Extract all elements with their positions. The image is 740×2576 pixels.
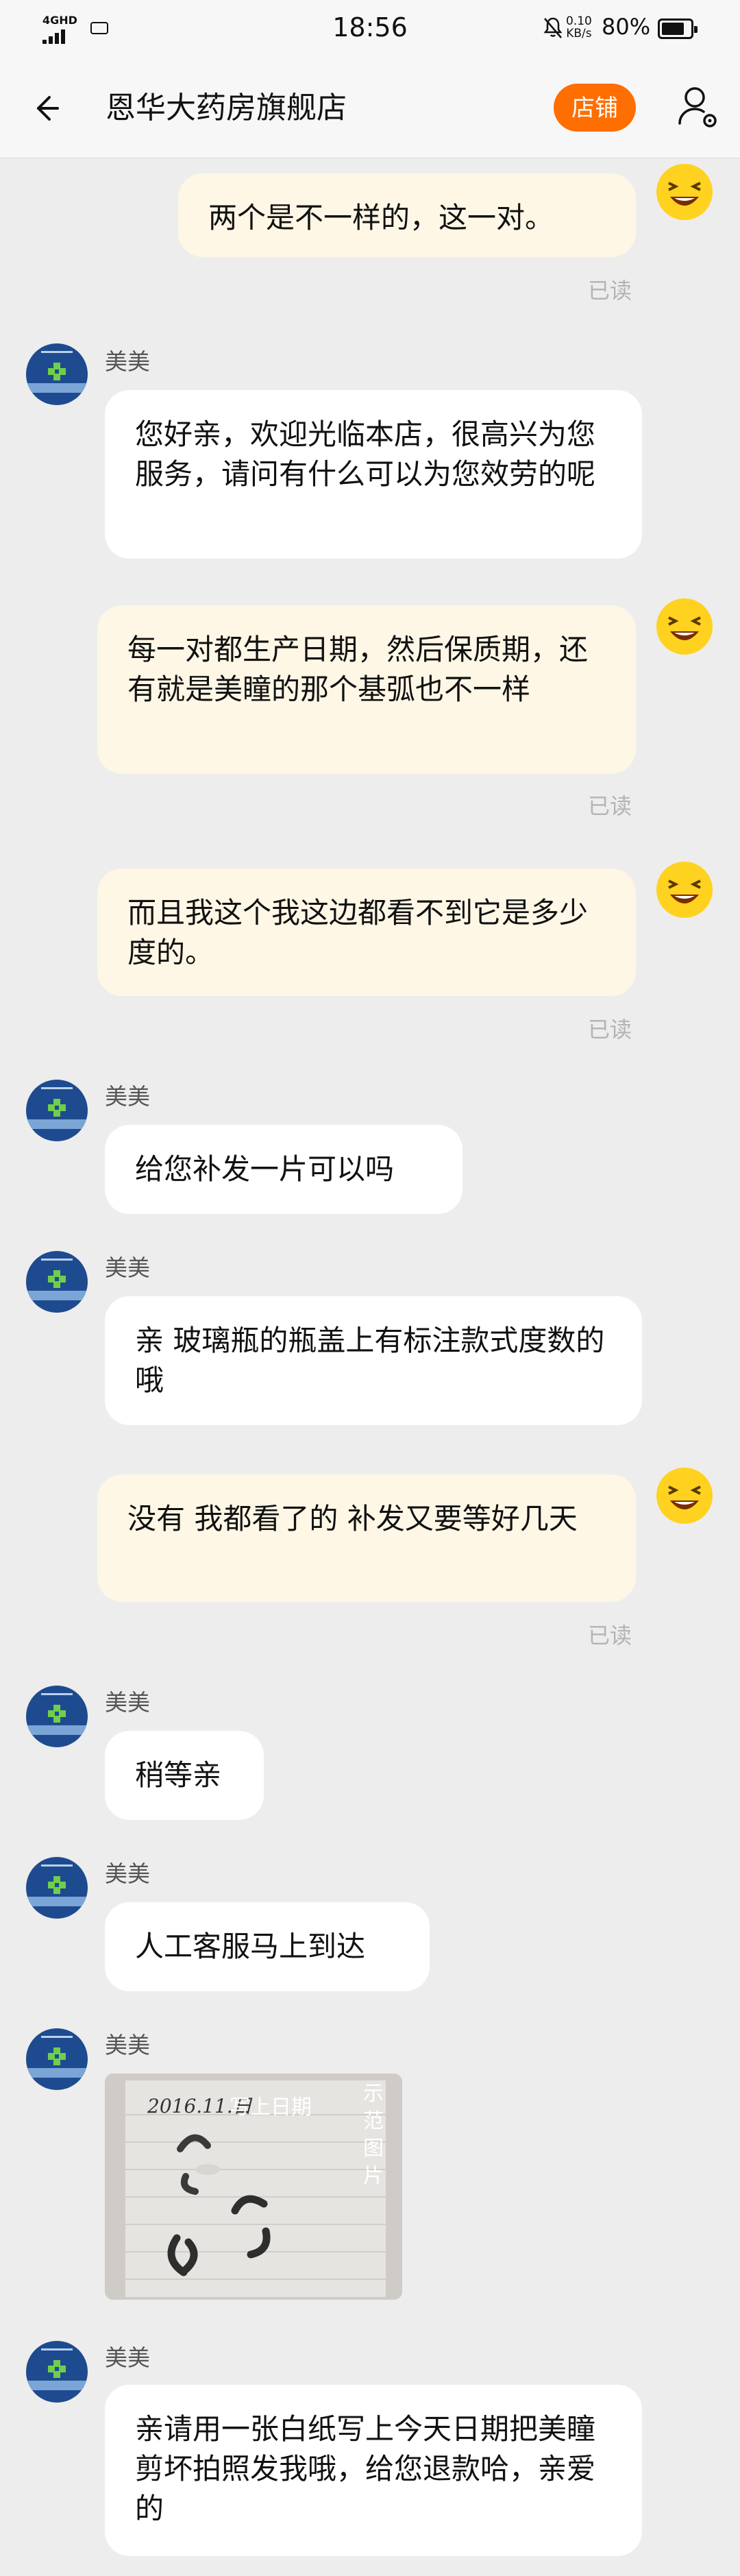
message-bubble-outgoing[interactable]: 每一对都生产日期，然后保质期，还有就是美瞳的那个基弧也不一样 — [97, 605, 636, 774]
battery-percent: 80% — [602, 14, 651, 40]
sender-name: 美美 — [105, 2032, 150, 2058]
shop-avatar[interactable] — [26, 2028, 88, 2090]
mute-icon — [543, 17, 563, 38]
message-text: 人工客服马上到达 — [135, 1930, 366, 1963]
net-speed-unit: KB/s — [566, 27, 592, 40]
pharmacy-cross-logo — [48, 1705, 66, 1723]
laughing-emoji-icon[interactable] — [655, 162, 714, 221]
sender-name: 美美 — [105, 2344, 150, 2371]
sender-name: 美美 — [105, 1254, 150, 1281]
status-bar: 4GHD 18:56 0.10 KB/s 80% — [0, 0, 740, 58]
message-bubble-incoming[interactable]: 亲 玻璃瓶的瓶盖上有标注款式度数的哦 — [105, 1296, 642, 1425]
shop-avatar[interactable] — [26, 2341, 88, 2403]
read-receipt: 已读 — [588, 278, 632, 304]
message-text: 稍等亲 — [135, 1758, 222, 1792]
sender-name: 美美 — [105, 1689, 150, 1716]
message-bubble-incoming[interactable]: 稍等亲 — [105, 1731, 264, 1820]
sender-name: 美美 — [105, 1083, 150, 1110]
message-text: 亲请用一张白纸写上今天日期把美瞳剪坏拍照发我哦，给您退款哈，亲爱的 — [135, 2412, 596, 2525]
shop-avatar[interactable] — [26, 343, 88, 405]
pharmacy-cross-logo — [48, 2048, 66, 2065]
laughing-emoji-icon[interactable] — [655, 1466, 714, 1525]
sender-name: 美美 — [105, 1860, 150, 1887]
message-bubble-incoming[interactable]: 给您补发一片可以吗 — [105, 1125, 463, 1214]
message-bubble-incoming[interactable]: 亲请用一张白纸写上今天日期把美瞳剪坏拍照发我哦，给您退款哈，亲爱的 — [105, 2385, 642, 2556]
chat-header: 恩华大药房旗舰店 店铺 — [0, 58, 740, 158]
shop-button[interactable]: 店铺 — [554, 84, 636, 132]
net-speed: 0.10 KB/s — [566, 15, 592, 40]
battery-icon — [658, 19, 698, 39]
shop-avatar[interactable] — [26, 1857, 88, 1919]
image-message[interactable]: 2016.11.日 写上日期 示范图片 — [105, 2074, 402, 2300]
net-speed-value: 0.10 — [566, 14, 592, 28]
pharmacy-cross-logo — [48, 1099, 66, 1117]
message-text: 两个是不一样的，这一对。 — [208, 201, 554, 234]
shop-avatar[interactable] — [26, 1080, 88, 1141]
message-text: 每一对都生产日期，然后保质期，还有就是美瞳的那个基弧也不一样 — [127, 633, 589, 706]
shop-avatar[interactable] — [26, 1251, 88, 1313]
pharmacy-cross-logo — [48, 1876, 66, 1894]
user-settings-icon[interactable] — [674, 84, 722, 132]
image-vertical-label: 示范图片 — [363, 2082, 384, 2188]
message-text: 没有 我都看了的 补发又要等好几天 — [127, 1502, 578, 1535]
message-bubble-outgoing[interactable]: 而且我这个我这边都看不到它是多少度的。 — [97, 868, 636, 996]
image-overlay-text: 写上日期 — [230, 2095, 312, 2119]
read-receipt: 已读 — [588, 1623, 632, 1649]
message-bubble-outgoing[interactable]: 两个是不一样的，这一对。 — [178, 173, 636, 257]
message-list[interactable]: 两个是不一样的，这一对。 已读 美美 您好亲，欢迎光临本店，很高兴为您服务，请问… — [0, 158, 740, 2576]
laughing-emoji-icon[interactable] — [655, 597, 714, 656]
message-text: 而且我这个我这边都看不到它是多少度的。 — [127, 896, 589, 969]
message-bubble-incoming[interactable]: 人工客服马上到达 — [105, 1902, 430, 1991]
page-title: 恩华大药房旗舰店 — [106, 90, 347, 125]
pharmacy-cross-logo — [48, 2360, 66, 2378]
message-bubble-outgoing[interactable]: 没有 我都看了的 补发又要等好几天 — [97, 1474, 636, 1602]
message-text: 给您补发一片可以吗 — [135, 1152, 395, 1186]
read-receipt: 已读 — [588, 793, 632, 819]
pharmacy-cross-logo — [48, 363, 66, 380]
shop-avatar[interactable] — [26, 1686, 88, 1747]
laughing-emoji-icon[interactable] — [655, 860, 714, 919]
pharmacy-cross-logo — [48, 1270, 66, 1288]
message-bubble-incoming[interactable]: 您好亲，欢迎光临本店，很高兴为您服务，请问有什么可以为您效劳的呢 — [105, 390, 642, 559]
read-receipt: 已读 — [588, 1017, 632, 1043]
message-text: 亲 玻璃瓶的瓶盖上有标注款式度数的哦 — [135, 1324, 605, 1397]
sender-name: 美美 — [105, 348, 150, 375]
message-text: 您好亲，欢迎光临本店，很高兴为您服务，请问有什么可以为您效劳的呢 — [135, 417, 596, 491]
back-arrow-icon[interactable] — [25, 88, 66, 129]
battery-fill — [662, 23, 684, 35]
